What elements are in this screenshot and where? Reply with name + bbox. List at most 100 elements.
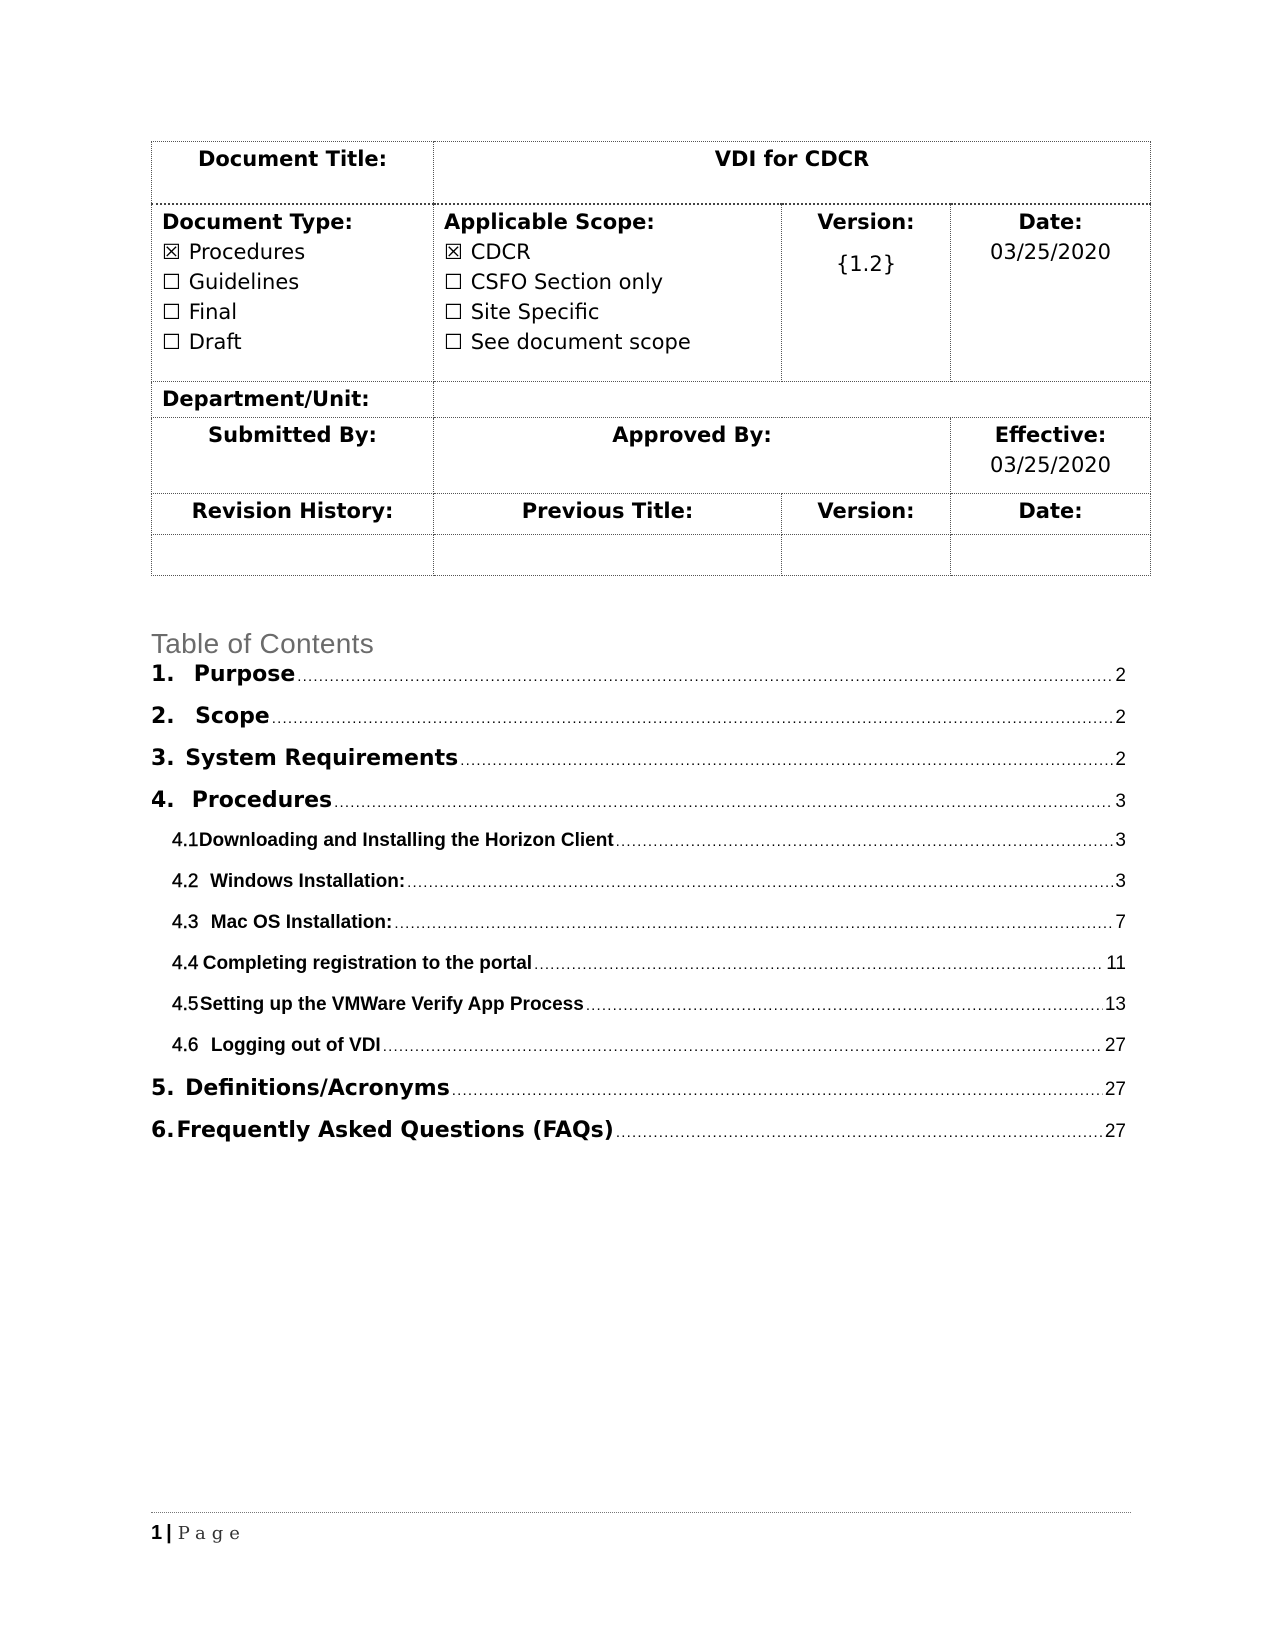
toc-entry[interactable]: 5. Definitions/Acronyms 27	[151, 1076, 1126, 1118]
toc-entry[interactable]: 4.2 Windows Installation: 3	[151, 871, 1126, 912]
document-type-option-guidelines[interactable]: ☐ Guidelines	[162, 267, 423, 297]
toc-entry-number: 3.	[151, 746, 175, 771]
approved-by-label: Approved By:	[433, 417, 951, 494]
toc-entry-page: 27	[1104, 1035, 1126, 1056]
version-cell: Version: {1.2}	[781, 202, 951, 382]
checkbox-unchecked-icon[interactable]: ☐	[162, 267, 182, 297]
toc-entry-number: 4.1	[172, 830, 199, 851]
toc-entry[interactable]: 4.3 Mac OS Installation: 7	[151, 912, 1126, 953]
toc-dot-leader	[394, 915, 1113, 932]
document-type-cell: Document Type: ☒ Procedures ☐ Guidelines…	[151, 202, 434, 382]
checkbox-unchecked-icon[interactable]: ☐	[162, 297, 182, 327]
revision-date-value	[949, 534, 1152, 576]
toc-entry[interactable]: 1. Purpose 2	[151, 662, 1126, 704]
toc-entry-number: 4.2	[172, 871, 199, 892]
toc-entry-page: 27	[1104, 1121, 1126, 1142]
toc-dot-leader	[534, 956, 1104, 973]
toc-dot-leader	[616, 1124, 1103, 1141]
toc-entry-page: 2	[1115, 665, 1126, 686]
revision-version-label: Version:	[781, 493, 951, 535]
checkbox-unchecked-icon[interactable]: ☐	[444, 297, 464, 327]
checkbox-unchecked-icon[interactable]: ☐	[162, 327, 182, 357]
toc-entry[interactable]: 4. Procedures 3	[151, 788, 1126, 830]
toc-dot-leader	[452, 1082, 1103, 1099]
toc-entry-label: Setting up the VMWare Verify App Process	[199, 994, 584, 1015]
toc-entry-number: 5.	[151, 1076, 175, 1101]
toc-entry-label: Completing registration to the portal	[202, 953, 533, 974]
page-number: 1	[151, 1522, 163, 1544]
table-of-contents: Table of Contents 1. Purpose 2 2. Scope 2 3. Sy…	[151, 628, 1126, 1160]
page-footer: 1 | Page	[151, 1522, 246, 1545]
scope-option-site-specific[interactable]: ☐ Site Specific	[444, 297, 771, 327]
revision-history-label: Revision History:	[151, 493, 434, 535]
toc-entry[interactable]: 6.Frequently Asked Questions (FAQs) 27	[151, 1118, 1126, 1160]
toc-entry[interactable]: 3. System Requirements 2	[151, 746, 1126, 788]
previous-title-label: Previous Title:	[433, 493, 782, 535]
toc-dot-leader	[297, 668, 1113, 685]
toc-entry-label: Purpose	[193, 662, 296, 687]
scope-option-see-document[interactable]: ☐ See document scope	[444, 327, 771, 357]
document-type-option-final[interactable]: ☐ Final	[162, 297, 423, 327]
revision-history-value	[151, 534, 434, 576]
effective-cell: Effective: 03/25/2020	[949, 417, 1152, 494]
document-type-option-procedures[interactable]: ☒ Procedures	[162, 237, 423, 267]
revision-date-label: Date:	[949, 493, 1152, 535]
date-label: Date:	[1018, 209, 1083, 234]
checkbox-checked-icon[interactable]: ☒	[162, 237, 182, 267]
footer-separator: |	[166, 1522, 172, 1544]
date-value: 03/25/2020	[989, 239, 1112, 264]
document-title-value: VDI for CDCR	[432, 141, 1152, 204]
toc-dot-leader	[383, 1038, 1103, 1055]
department-label: Department/Unit:	[151, 381, 434, 418]
submitted-by-label: Submitted By:	[151, 417, 434, 494]
document-control-table: Document Title: VDI for CDCR Document Ty…	[151, 141, 1152, 576]
toc-dot-leader	[586, 997, 1103, 1014]
toc-entry[interactable]: 4.6 Logging out of VDI 27	[151, 1035, 1126, 1076]
document-title-label: Document Title:	[151, 141, 434, 204]
toc-entry-page: 2	[1115, 707, 1126, 728]
toc-entry-page: 13	[1104, 994, 1126, 1015]
scope-option-cdcr[interactable]: ☒ CDCR	[444, 237, 771, 267]
effective-label: Effective:	[994, 423, 1107, 447]
department-value	[432, 381, 1152, 418]
toc-entry[interactable]: 4.4 Completing registration to the portal…	[151, 953, 1126, 994]
toc-entry-number: 4.3	[172, 912, 199, 933]
toc-entry-page: 2	[1115, 749, 1126, 770]
checkbox-unchecked-icon[interactable]: ☐	[444, 327, 464, 357]
document-type-label: Document Type:	[162, 209, 353, 234]
toc-entry-number: 4.5	[172, 994, 199, 1015]
toc-dot-leader	[272, 710, 1114, 727]
revision-version-value	[781, 534, 951, 576]
toc-entry-number: 2.	[151, 704, 175, 729]
toc-entry-page: 11	[1106, 953, 1126, 974]
document-type-option-draft[interactable]: ☐ Draft	[162, 327, 423, 357]
effective-value: 03/25/2020	[989, 453, 1112, 477]
toc-dot-leader	[460, 752, 1113, 769]
toc-entry-label: Downloading and Installing the Horizon C…	[198, 830, 614, 851]
toc-dot-leader	[616, 833, 1114, 850]
toc-entry-label: Frequently Asked Questions (FAQs)	[176, 1118, 614, 1143]
toc-entry-label: Scope	[195, 704, 270, 729]
toc-dot-leader	[407, 874, 1113, 891]
checkbox-checked-icon[interactable]: ☒	[444, 237, 464, 267]
scope-option-csfo[interactable]: ☐ CSFO Section only	[444, 267, 771, 297]
version-value: {1.2}	[835, 251, 897, 276]
toc-entry-page: 3	[1115, 830, 1126, 851]
toc-entry-number: 4.	[151, 788, 175, 813]
toc-entry-label: Logging out of VDI	[210, 1035, 381, 1056]
toc-entry-page: 3	[1115, 791, 1126, 812]
checkbox-unchecked-icon[interactable]: ☐	[444, 267, 464, 297]
page-label: Page	[177, 1523, 246, 1544]
date-cell: Date: 03/25/2020	[949, 202, 1152, 382]
version-label: Version:	[817, 209, 915, 234]
toc-entry-number: 4.4	[172, 953, 199, 974]
applicable-scope-label: Applicable Scope:	[444, 209, 655, 234]
toc-entry[interactable]: 2. Scope 2	[151, 704, 1126, 746]
footer-divider	[151, 1512, 1131, 1513]
toc-entry-page: 7	[1115, 912, 1126, 933]
toc-entry[interactable]: 4.1 Downloading and Installing the Horizo…	[151, 830, 1126, 871]
toc-entries: 1.Purpose22.Scope23.System Requirements2…	[151, 662, 1126, 1160]
toc-entry-number: 6.	[151, 1118, 175, 1143]
toc-entry[interactable]: 4.5 Setting up the VMWare Verify App Proc…	[151, 994, 1126, 1035]
previous-title-value	[433, 534, 782, 576]
